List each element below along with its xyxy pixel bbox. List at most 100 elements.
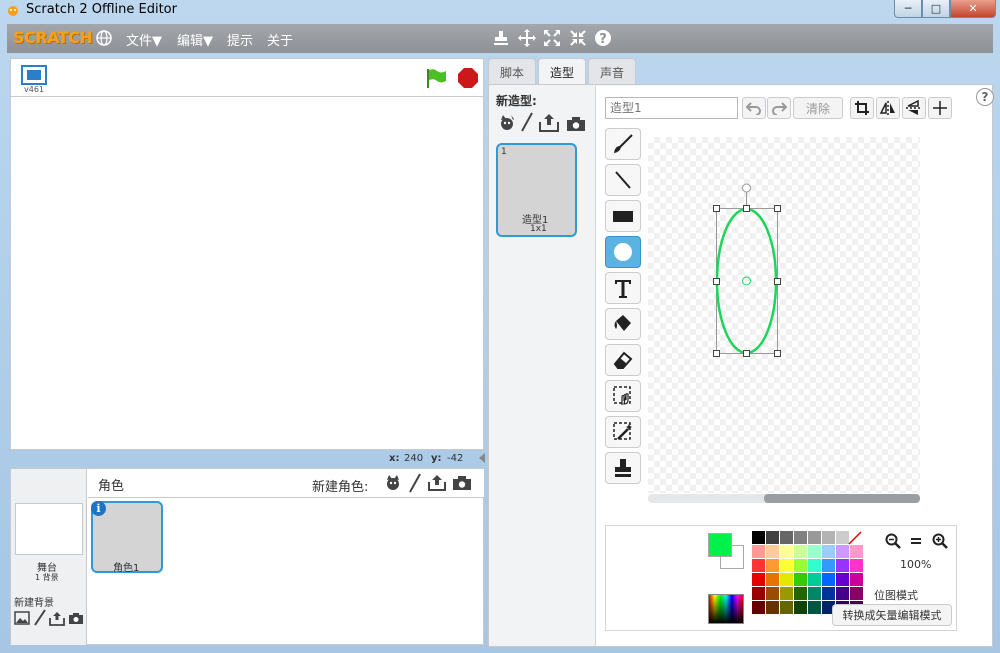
rectangle-tool[interactable] <box>605 200 641 232</box>
line-tool[interactable] <box>605 164 641 196</box>
menu-file[interactable]: 文件▼ <box>126 30 162 49</box>
color-swatch[interactable] <box>780 545 793 558</box>
help-circle-icon[interactable]: ? <box>593 28 613 48</box>
color-swatch[interactable] <box>752 531 765 544</box>
paint-sprite-icon[interactable] <box>408 473 422 493</box>
editor-help-icon[interactable]: ? <box>976 88 994 106</box>
zoom-reset-button[interactable] <box>906 531 926 551</box>
green-flag-icon[interactable] <box>425 67 447 89</box>
primary-color-swatch[interactable] <box>708 533 732 557</box>
color-swatch[interactable] <box>780 531 793 544</box>
convert-to-vector-button[interactable]: 转换成矢量编辑模式 <box>832 604 952 626</box>
menu-tips[interactable]: 提示 <box>227 30 253 49</box>
color-swatch[interactable] <box>850 545 863 558</box>
paint-costume-icon[interactable] <box>520 112 534 132</box>
color-swatch[interactable] <box>822 559 835 572</box>
color-swatch[interactable] <box>794 601 807 614</box>
color-swatch[interactable] <box>766 531 779 544</box>
color-swatch[interactable] <box>836 587 849 600</box>
camera-sprite-icon[interactable] <box>452 475 472 491</box>
scratch-logo[interactable]: SCRATCH <box>13 28 93 47</box>
color-swatch[interactable] <box>752 545 765 558</box>
color-swatch[interactable] <box>794 559 807 572</box>
clear-button[interactable]: 清除 <box>793 97 843 119</box>
color-swatch[interactable] <box>822 531 835 544</box>
stop-sign-icon[interactable] <box>457 67 479 89</box>
set-center-button[interactable] <box>928 97 952 119</box>
tab-costumes[interactable]: 造型 <box>538 58 587 86</box>
fullscreen-icon[interactable] <box>21 65 47 85</box>
ellipse-shape[interactable] <box>648 137 920 493</box>
shrink-icon[interactable] <box>568 28 588 48</box>
color-swatch[interactable] <box>766 559 779 572</box>
maximize-button[interactable]: □ <box>922 0 950 18</box>
sprite-library-icon[interactable] <box>384 474 402 492</box>
color-swatch[interactable] <box>780 559 793 572</box>
color-swatch[interactable] <box>780 587 793 600</box>
no-color-icon[interactable] <box>848 531 862 545</box>
tab-scripts[interactable]: 脚本 <box>488 58 537 85</box>
paint-canvas[interactable] <box>648 137 920 493</box>
flip-horizontal-button[interactable] <box>876 97 900 119</box>
globe-icon[interactable] <box>95 29 113 47</box>
color-swatch[interactable] <box>850 559 863 572</box>
color-swatch[interactable] <box>808 545 821 558</box>
crop-button[interactable] <box>850 97 874 119</box>
camera-costume-icon[interactable] <box>566 116 586 132</box>
color-swatch[interactable] <box>808 531 821 544</box>
duplicate-stamp-icon[interactable] <box>491 28 511 48</box>
color-swatch[interactable] <box>836 559 849 572</box>
canvas-horizontal-scrollbar[interactable] <box>648 494 920 503</box>
eraser-tool[interactable] <box>605 344 641 376</box>
color-swatch[interactable] <box>808 573 821 586</box>
color-swatch[interactable] <box>822 573 835 586</box>
upload-sprite-icon[interactable] <box>428 473 446 491</box>
zoom-in-button[interactable] <box>930 531 950 551</box>
color-swatch[interactable] <box>822 587 835 600</box>
tab-sounds[interactable]: 声音 <box>588 58 637 85</box>
color-swatch[interactable] <box>850 587 863 600</box>
stage-canvas[interactable] <box>10 96 484 450</box>
sprite-thumbnail[interactable]: i 角色1 <box>91 501 163 574</box>
color-swatch[interactable] <box>836 545 849 558</box>
undo-button[interactable] <box>742 97 766 119</box>
ellipse-tool[interactable] <box>605 236 641 268</box>
color-swatch[interactable] <box>822 545 835 558</box>
backdrop-library-icon[interactable] <box>14 611 30 625</box>
cut-move-icon[interactable] <box>517 28 537 48</box>
flip-vertical-button[interactable] <box>902 97 926 119</box>
costume-thumbnail[interactable]: 1 造型1 1x1 <box>496 143 577 237</box>
color-swatch[interactable] <box>794 545 807 558</box>
color-swatch[interactable] <box>808 601 821 614</box>
color-swatch[interactable] <box>752 601 765 614</box>
color-swatch[interactable] <box>794 531 807 544</box>
costume-library-icon[interactable] <box>498 114 516 132</box>
color-swatch[interactable] <box>836 573 849 586</box>
select-tool[interactable] <box>605 380 641 412</box>
fill-tool[interactable] <box>605 308 641 340</box>
redo-button[interactable] <box>767 97 791 119</box>
color-swatch[interactable] <box>766 601 779 614</box>
paint-backdrop-icon[interactable] <box>33 609 47 626</box>
upload-backdrop-icon[interactable] <box>49 610 65 626</box>
costume-name-input[interactable] <box>605 97 738 119</box>
color-swatch[interactable] <box>752 587 765 600</box>
color-swatch[interactable] <box>752 573 765 586</box>
brush-tool[interactable] <box>605 128 641 160</box>
zoom-out-button[interactable] <box>883 531 903 551</box>
color-swatch[interactable] <box>766 573 779 586</box>
scrollbar-thumb[interactable] <box>764 494 920 503</box>
stage-thumbnail[interactable] <box>15 503 83 555</box>
text-tool[interactable] <box>605 272 641 304</box>
color-spectrum-picker[interactable] <box>708 594 744 624</box>
color-swatch[interactable] <box>794 587 807 600</box>
color-swatch[interactable] <box>752 559 765 572</box>
stamp-tool[interactable] <box>605 452 641 484</box>
grow-icon[interactable] <box>542 28 562 48</box>
color-swatch[interactable] <box>766 545 779 558</box>
color-swatch[interactable] <box>850 573 863 586</box>
color-swatch[interactable] <box>794 573 807 586</box>
menu-about[interactable]: 关于 <box>267 30 293 49</box>
color-swatch[interactable] <box>780 573 793 586</box>
camera-backdrop-icon[interactable] <box>68 612 84 625</box>
